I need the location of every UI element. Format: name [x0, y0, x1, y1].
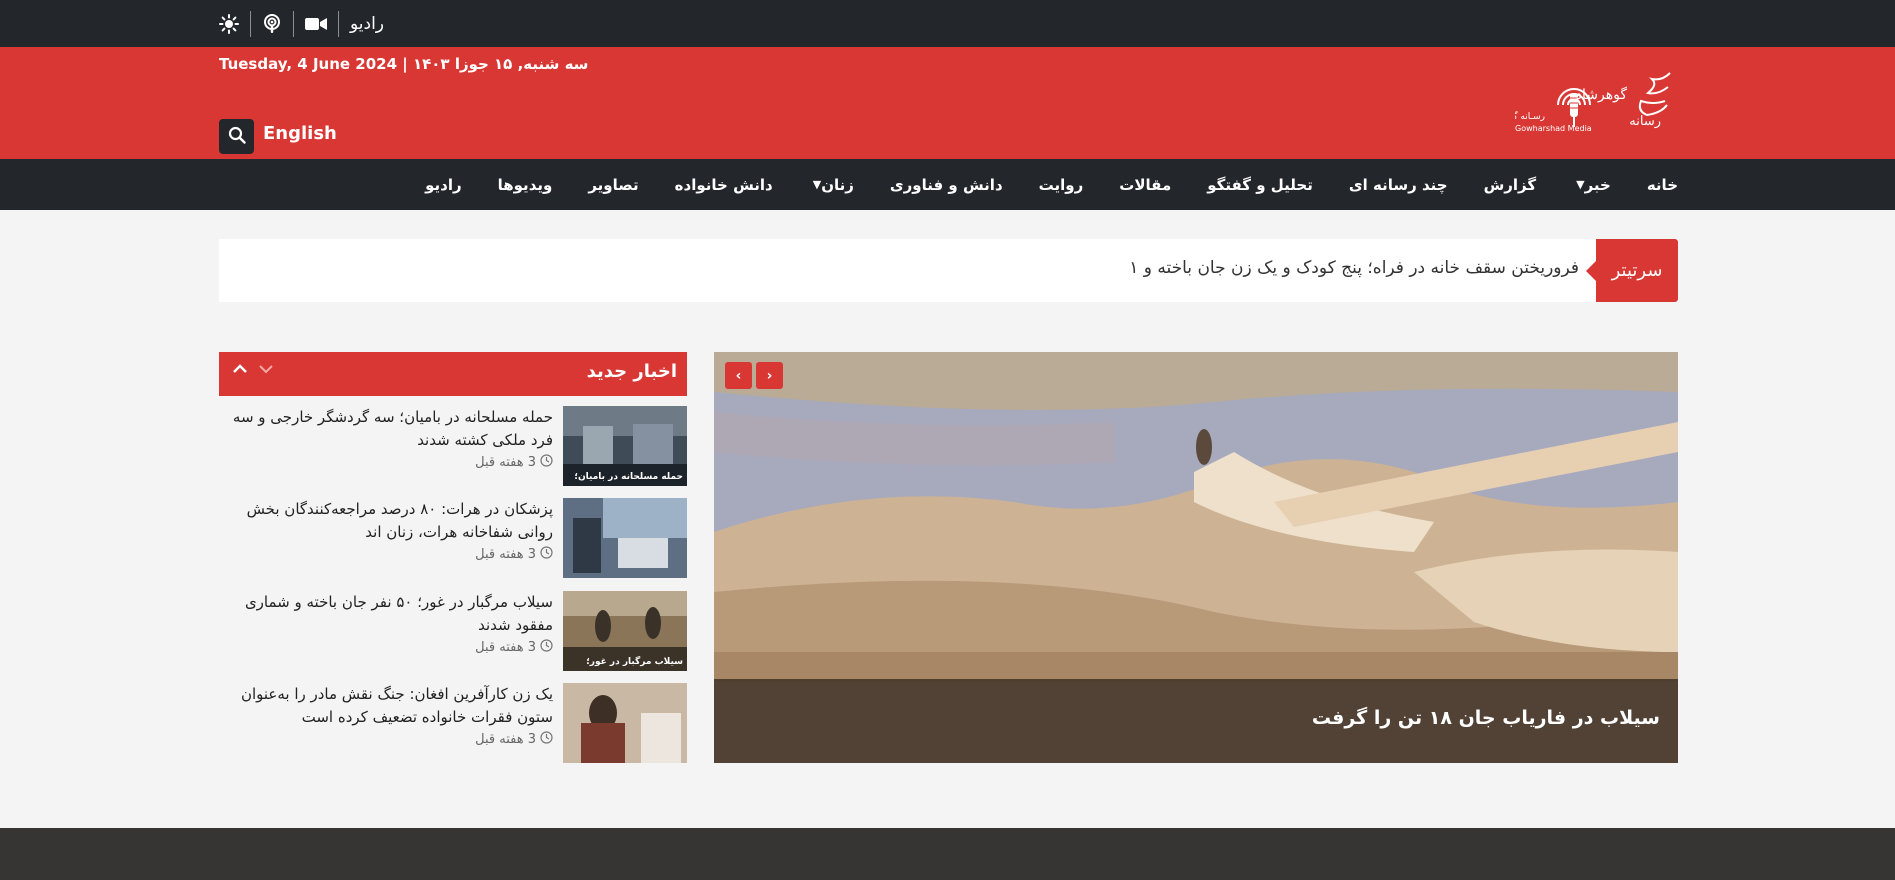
nav-label: خانه [1646, 175, 1678, 194]
nav-label: دانش خانواده [674, 175, 773, 194]
nav-label: دانش و فناوری [889, 175, 1003, 194]
news-time-text: 3 هفته قبل [475, 547, 536, 562]
slide-caption[interactable]: سیلاب در فاریاب جان ۱۸ تن را گرفت [714, 679, 1678, 763]
nav-item-home[interactable]: خانه [1647, 176, 1678, 194]
separator [250, 10, 251, 37]
news-item[interactable]: یک زن کارآفرین افغان: جنگ نقش مادر را به… [219, 683, 687, 763]
nav-label: تصاویر [588, 175, 639, 194]
thumbnail-caption: سیلاب مرگبار در غور؛ [586, 657, 683, 667]
logo-latin-text: Gowharshad Media [1515, 124, 1592, 133]
chevron-down-icon[interactable] [257, 360, 275, 383]
clock-icon [540, 454, 553, 471]
headline-ticker: سرتیتر فروریختن سقف خانه در فراه؛ پنج کو… [219, 239, 1678, 302]
news-title[interactable]: پزشکان در هرات: ۸۰ درصد مراجعه‌کنندگان ب… [223, 498, 553, 544]
separator [338, 10, 339, 37]
footer [0, 828, 1895, 880]
nav-item-narrative[interactable]: روایت [1039, 176, 1084, 194]
slide-caption-text: سیلاب در فاریاب جان ۱۸ تن را گرفت [1311, 707, 1660, 729]
news-time-text: 3 هفته قبل [475, 732, 536, 747]
nav-item-videos[interactable]: ویدیوها [498, 176, 553, 194]
nav-item-radio[interactable]: رادیو [425, 176, 462, 194]
news-thumbnail[interactable] [563, 683, 687, 763]
nav-item-family[interactable]: دانش خانواده [675, 176, 773, 194]
news-time: 3 هفته قبل [475, 731, 553, 748]
site-logo[interactable]: گوهرشاد رسانه رسـانه گوهرشاد Gowharshad … [1485, 67, 1678, 142]
news-time: 3 هفته قبل [475, 546, 553, 563]
logo-small-text: رسـانه گوهرشاد [1515, 110, 1545, 122]
nav-label: خبر [1584, 175, 1611, 194]
site-header: Tuesday, 4 June 2024 | سه شنبه, ۱۵ جوزا … [0, 47, 1895, 159]
caret-down-icon: ▼ [1576, 178, 1585, 191]
main-navigation: خانه ▼ خبر گزارش چند رسانه ای تحلیل و گفت… [0, 159, 1895, 210]
nav-label: رادیو [425, 175, 462, 194]
nav-label: زنان [821, 175, 854, 194]
news-thumbnail[interactable]: سیلاب مرگبار در غور؛ [563, 591, 687, 671]
english-language-link[interactable]: English [263, 123, 337, 144]
news-time-text: 3 هفته قبل [475, 455, 536, 470]
nav-item-analysis[interactable]: تحلیل و گفتگو [1207, 176, 1313, 194]
latest-news-header: اخبار جدید [219, 352, 687, 396]
news-item[interactable]: حمله مسلحانه در بامیان؛ حمله مسلحانه در … [219, 406, 687, 486]
nav-label: ویدیوها [497, 175, 553, 194]
search-icon [228, 126, 246, 148]
news-time: 3 هفته قبل [475, 639, 553, 656]
slider-next-button[interactable]: › [756, 362, 783, 389]
nav-item-multimedia[interactable]: چند رسانه ای [1349, 176, 1448, 194]
latest-news-title: اخبار جدید [586, 361, 677, 382]
sun-icon[interactable] [219, 10, 239, 38]
search-button[interactable] [219, 119, 254, 154]
ticker-headline[interactable]: فروریختن سقف خانه در فراه؛ پنج کودک و یک… [1129, 258, 1579, 278]
caret-down-icon: ▼ [812, 178, 822, 191]
clock-icon [540, 731, 553, 748]
separator [293, 10, 294, 37]
news-title[interactable]: یک زن کارآفرین افغان: جنگ نقش مادر را به… [223, 683, 553, 729]
slider-prev-button[interactable]: ‹ [725, 362, 752, 389]
logo-title: گوهرشاد [1576, 86, 1628, 103]
nav-item-science[interactable]: دانش و فناوری [890, 176, 1003, 194]
news-item[interactable]: پزشکان در هرات: ۸۰ درصد مراجعه‌کنندگان ب… [219, 498, 687, 578]
top-bar: رادیو [0, 0, 1895, 47]
news-title[interactable]: حمله مسلحانه در بامیان؛ سه گردشگر خارجی … [223, 406, 553, 452]
nav-label: تحلیل و گفتگو [1207, 175, 1313, 194]
video-icon[interactable] [305, 10, 327, 38]
thumbnail-caption: حمله مسلحانه در بامیان؛ [574, 472, 683, 482]
nav-label: مقالات [1119, 175, 1172, 194]
nav-label: گزارش [1483, 175, 1537, 194]
news-thumbnail[interactable] [563, 498, 687, 578]
nav-item-photos[interactable]: تصاویر [588, 176, 638, 194]
news-time-text: 3 هفته قبل [475, 640, 536, 655]
news-thumbnail[interactable]: حمله مسلحانه در بامیان؛ [563, 406, 687, 486]
nav-item-news[interactable]: ▼ خبر [1572, 176, 1611, 194]
nav-item-articles[interactable]: مقالات [1119, 176, 1171, 194]
news-item[interactable]: سیلاب مرگبار در غور؛ سیلاب مرگبار در غور… [219, 591, 687, 671]
podcast-icon[interactable] [262, 10, 282, 38]
logo-subtitle: رسانه [1629, 114, 1661, 129]
chevron-up-icon[interactable] [231, 360, 249, 383]
news-title[interactable]: سیلاب مرگبار در غور؛ ۵۰ نفر جان باخته و … [223, 591, 553, 637]
featured-slider[interactable]: ‹ › سیلاب در فاریاب جان ۱۸ تن را گرفت [714, 352, 1678, 763]
date-display: Tuesday, 4 June 2024 | سه شنبه, ۱۵ جوزا … [219, 55, 589, 73]
nav-label: روایت [1038, 175, 1084, 194]
news-time: 3 هفته قبل [475, 454, 553, 471]
clock-icon [540, 546, 553, 563]
nav-item-women[interactable]: ▼ زنان [809, 176, 854, 194]
ticker-label: سرتیتر [1586, 239, 1678, 302]
radio-link[interactable]: رادیو [350, 10, 384, 38]
clock-icon [540, 639, 553, 656]
nav-item-report[interactable]: گزارش [1484, 176, 1537, 194]
nav-label: چند رسانه ای [1348, 175, 1448, 194]
